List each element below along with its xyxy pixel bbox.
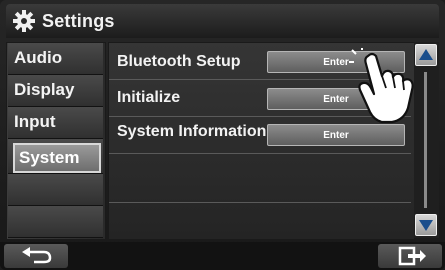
arrow-down-icon: [419, 220, 433, 231]
scroll-up-button[interactable]: [415, 44, 437, 66]
scroll-track[interactable]: [424, 72, 427, 208]
initialize-enter-button[interactable]: Enter: [267, 88, 405, 110]
bluetooth-setup-enter-button[interactable]: Enter: [267, 51, 405, 73]
exit-icon: [398, 246, 426, 266]
list-item: Bluetooth Setup Enter: [109, 43, 411, 80]
list-item: [109, 154, 411, 203]
system-information-enter-button[interactable]: Enter: [267, 124, 405, 146]
bluetooth-setup-label: Bluetooth Setup: [117, 53, 241, 70]
list-item: System Information Enter: [109, 117, 411, 154]
tab-input[interactable]: Input: [8, 107, 103, 139]
sidebar: Audio Display Input System: [6, 42, 106, 240]
tab-system[interactable]: System: [13, 143, 101, 173]
scroll-down-button[interactable]: [415, 214, 437, 236]
back-arrow-icon: [22, 247, 52, 264]
initialize-label: Initialize: [117, 89, 181, 106]
tab-audio[interactable]: Audio: [8, 43, 103, 75]
title-bar: Settings: [6, 4, 439, 38]
system-information-label: System Information: [117, 123, 267, 140]
list-item: Initialize Enter: [109, 80, 411, 117]
sidebar-empty-slot: [8, 206, 103, 238]
exit-button[interactable]: [378, 244, 442, 268]
gear-icon: [13, 10, 35, 32]
back-button[interactable]: [4, 244, 68, 268]
bottom-bar: [0, 242, 445, 270]
scrollbar[interactable]: [414, 42, 439, 238]
page-title: Settings: [42, 11, 115, 31]
settings-screen: Settings Audio Display Input System Blue…: [0, 0, 445, 270]
tab-display[interactable]: Display: [8, 75, 103, 107]
sidebar-empty-slot: [8, 174, 103, 206]
arrow-up-icon: [419, 49, 433, 60]
settings-list: Bluetooth Setup Enter Initialize Enter S…: [108, 42, 415, 240]
